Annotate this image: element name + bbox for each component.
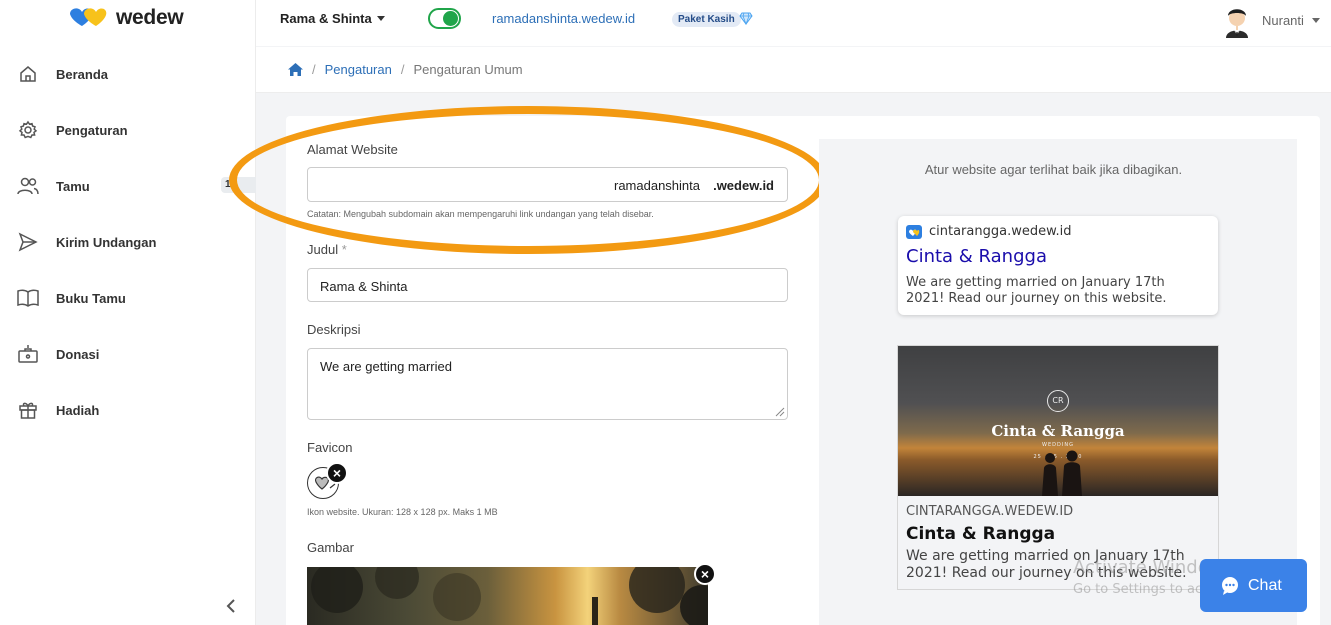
event-selector[interactable]: Rama & Shinta bbox=[280, 11, 385, 26]
required-marker: * bbox=[341, 242, 347, 257]
home-icon[interactable] bbox=[288, 63, 303, 76]
sidebar-item-hadiah[interactable]: Hadiah bbox=[0, 382, 256, 438]
users-icon bbox=[17, 175, 39, 197]
topbar: Rama & Shinta ramadanshinta.wedew.id Pak… bbox=[256, 0, 1331, 46]
website-link[interactable]: ramadanshinta.wedew.id bbox=[492, 11, 635, 26]
search-result-preview: cintarangga.wedew.id Cinta & Rangga We a… bbox=[898, 216, 1218, 315]
brand-logo[interactable]: wedew bbox=[68, 6, 184, 30]
subdomain-value: ramadanshinta bbox=[614, 178, 700, 193]
breadcrumb: / Pengaturan / Pengaturan Umum bbox=[256, 47, 1331, 93]
description-textarea[interactable]: We are getting married bbox=[307, 348, 788, 420]
chat-button[interactable]: Chat bbox=[1200, 559, 1307, 612]
event-name: Rama & Shinta bbox=[280, 11, 372, 26]
domain-suffix: .wedew.id bbox=[713, 178, 774, 193]
guest-count-badge: 1 bbox=[221, 177, 256, 193]
couple-silhouette-image bbox=[1042, 450, 1082, 496]
site-favicon-icon bbox=[906, 225, 922, 239]
gift-icon bbox=[17, 399, 39, 421]
sidebar-item-tamu[interactable]: Tamu 1 bbox=[0, 158, 256, 214]
share-image: CR Cinta & Rangga WEDDING 25 . 05 . 2020 bbox=[898, 346, 1218, 496]
social-title: Cinta & Rangga bbox=[906, 524, 1056, 544]
remove-image-button[interactable]: × bbox=[694, 563, 716, 585]
sidebar-item-label: Hadiah bbox=[56, 402, 100, 418]
sidebar-item-label: Donasi bbox=[56, 346, 100, 362]
send-icon bbox=[17, 231, 39, 253]
title-label-text: Judul bbox=[307, 242, 339, 257]
preview-note: Atur website agar terlihat baik jika dib… bbox=[924, 162, 1183, 177]
subdomain-field[interactable]: ramadanshinta .wedew.id bbox=[307, 167, 788, 202]
title-value: Rama & Shinta bbox=[320, 279, 408, 294]
gear-icon bbox=[17, 119, 39, 141]
website-label: Alamat Website bbox=[307, 142, 398, 157]
sidebar-item-pengaturan[interactable]: Pengaturan bbox=[0, 102, 256, 158]
avatar bbox=[1226, 9, 1248, 38]
search-domain: cintarangga.wedew.id bbox=[929, 224, 1072, 239]
description-label: Deskripsi bbox=[307, 322, 361, 337]
search-title: Cinta & Rangga bbox=[906, 246, 1047, 267]
favicon-label: Favicon bbox=[307, 440, 353, 455]
breadcrumb-separator: / bbox=[400, 62, 405, 77]
image-label: Gambar bbox=[307, 540, 354, 555]
search-description: We are getting married on January 17th 2… bbox=[906, 275, 1167, 306]
sidebar-item-label: Buku Tamu bbox=[56, 290, 126, 306]
caret-down-icon bbox=[376, 16, 385, 21]
breadcrumb-link-pengaturan[interactable]: Pengaturan bbox=[325, 62, 392, 77]
monogram: CR bbox=[1047, 390, 1069, 412]
sidebar-item-label: Kirim Undangan bbox=[56, 234, 157, 250]
caret-down-icon bbox=[1311, 17, 1320, 23]
package-badge: Paket Kasih bbox=[672, 12, 741, 27]
share-image-preview bbox=[307, 567, 708, 625]
user-name: Nuranti bbox=[1262, 12, 1304, 28]
close-icon: × bbox=[700, 566, 710, 582]
image-title: Cinta & Rangga bbox=[991, 422, 1125, 440]
remove-favicon-button[interactable]: × bbox=[326, 462, 348, 484]
social-share-preview: CR Cinta & Rangga WEDDING 25 . 05 . 2020… bbox=[897, 345, 1219, 590]
sidebar-item-donasi[interactable]: Donasi bbox=[0, 326, 256, 382]
donation-box-icon bbox=[17, 343, 39, 365]
sidebar-nav: Beranda Pengaturan Tamu 1 Kirim Undangan bbox=[0, 46, 256, 438]
title-input[interactable]: Rama & Shinta bbox=[307, 268, 788, 302]
chat-bubble-icon bbox=[1222, 576, 1238, 595]
brand-name: wedew bbox=[116, 6, 184, 29]
close-icon: × bbox=[332, 465, 342, 481]
breadcrumb-current: Pengaturan Umum bbox=[413, 62, 523, 77]
title-label: Judul * bbox=[307, 242, 347, 257]
sidebar-item-label: Beranda bbox=[56, 66, 109, 82]
breadcrumb-separator: / bbox=[312, 62, 316, 77]
description-value: We are getting married bbox=[320, 359, 452, 374]
sidebar-item-label: Pengaturan bbox=[56, 122, 128, 138]
sidebar-item-buku-tamu[interactable]: Buku Tamu bbox=[0, 270, 256, 326]
chat-label: Chat bbox=[1248, 576, 1282, 594]
heart-logo-icon bbox=[70, 8, 107, 26]
tree-silhouette-image bbox=[311, 567, 708, 625]
user-menu[interactable]: Nuranti bbox=[1220, 2, 1320, 38]
sidebar-item-beranda[interactable]: Beranda bbox=[0, 46, 256, 102]
website-note: Catatan: Mengubah subdomain akan mempeng… bbox=[307, 209, 654, 219]
sidebar-item-kirim-undangan[interactable]: Kirim Undangan bbox=[0, 214, 256, 270]
favicon-hint: Ikon website. Ukuran: 128 x 128 px. Maks… bbox=[307, 507, 498, 517]
chevron-left-icon[interactable] bbox=[224, 598, 238, 614]
resize-handle-icon[interactable] bbox=[773, 405, 785, 417]
sidebar-item-label: Tamu bbox=[56, 178, 90, 194]
book-icon bbox=[17, 287, 39, 309]
publish-toggle[interactable] bbox=[428, 8, 461, 29]
sidebar: wedew Beranda Pengaturan Tamu 1 Kirim Un… bbox=[0, 0, 256, 625]
diamond-icon bbox=[739, 12, 753, 25]
social-domain: CINTARANGGA.WEDEW.ID bbox=[906, 504, 1074, 519]
home-icon bbox=[17, 63, 39, 85]
toggle-knob bbox=[443, 11, 458, 26]
